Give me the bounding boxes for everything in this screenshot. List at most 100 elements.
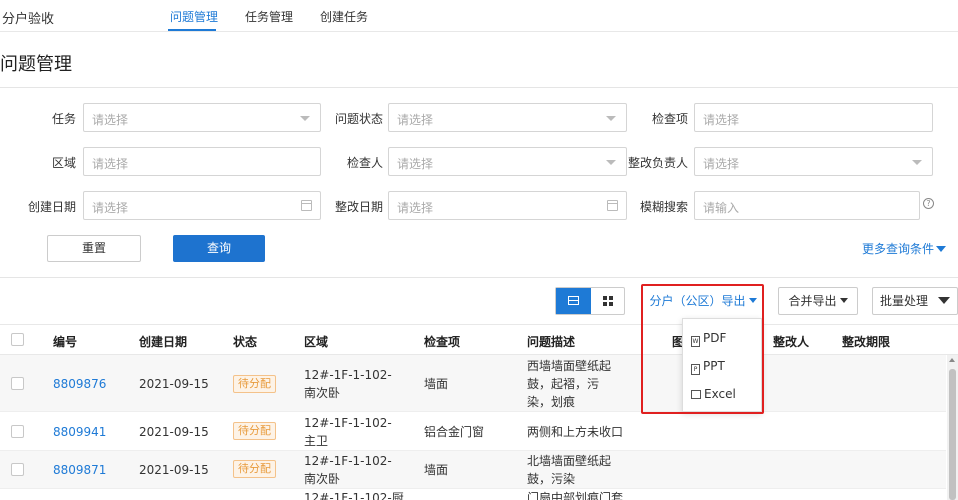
export-dropdown-menu: W PDF P PPT Excel (682, 318, 762, 412)
tab-task-management[interactable]: 任务管理 (245, 8, 293, 25)
export-excel-item[interactable]: Excel (691, 387, 736, 401)
app-title: 分户验收 (2, 12, 55, 27)
filter-rectifier-label: 整改负责人 (627, 156, 688, 170)
list-view-button[interactable] (556, 288, 591, 314)
grid-view-icon-cell (609, 302, 613, 306)
column-header: 状态 (233, 335, 258, 349)
filter-area-label: 区域 (51, 156, 76, 170)
filter-rectifier-placeholder: 请选择 (703, 157, 740, 171)
filter-check-item-label: 检查项 (651, 112, 688, 126)
merge-export-button[interactable]: 合并导出 (778, 287, 858, 315)
column-header: 编号 (53, 335, 78, 349)
select-all-checkbox[interactable] (11, 333, 24, 346)
filter-area-placeholder: 请选择 (92, 157, 129, 171)
issue-id-link[interactable]: 8809941 (53, 423, 106, 441)
caret-down-icon (748, 298, 757, 303)
active-tab-indicator (168, 29, 216, 31)
grid-view-icon (603, 296, 607, 300)
filter-inspector-select[interactable]: 请选择 (388, 147, 627, 176)
table-row[interactable]: 8809871 2021-09-15 待分配 12#-1F-1-102-南次卧 … (0, 451, 946, 489)
status-badge: 待分配 (233, 460, 276, 478)
export-ppt-item[interactable]: P PPT (691, 359, 725, 375)
table-row[interactable]: 8809941 2021-09-15 待分配 12#-1F-1-102-主卫 铝… (0, 412, 946, 451)
page-title: 问题管理 (0, 54, 72, 75)
fuzzy-search-input[interactable]: 请输入 (694, 191, 920, 220)
grid-view-icon-cell (603, 302, 607, 306)
area-cell: 12#-1F-1-102-厨 (304, 491, 404, 500)
area-cell: 12#-1F-1-102-主卫 (304, 416, 392, 448)
description-cell: 两侧和上方未收口 (527, 425, 624, 439)
filter-rectify-date-label: 整改日期 (334, 200, 383, 214)
filter-create-date-placeholder: 请选择 (92, 201, 129, 215)
reset-button[interactable]: 重置 (47, 235, 141, 262)
filter-check-item-select[interactable]: 请选择 (694, 103, 933, 132)
column-header: 区域 (304, 335, 329, 349)
status-badge: 待分配 (233, 422, 276, 440)
list-view-icon (568, 296, 579, 305)
export-button[interactable]: 分户（公区）导出 (645, 287, 761, 315)
help-icon[interactable]: ? (923, 198, 934, 209)
filter-rectify-date-picker[interactable]: 请选择 (388, 191, 627, 220)
fuzzy-search-placeholder: 请输入 (703, 201, 740, 215)
batch-process-label: 批量处理 (879, 294, 928, 308)
export-pdf-item[interactable]: W PDF (691, 331, 726, 347)
row-checkbox[interactable] (11, 425, 24, 438)
caret-down-icon (938, 297, 950, 304)
column-header: 创建日期 (139, 335, 188, 349)
create-date: 2021-09-15 (139, 377, 209, 391)
tab-create-task[interactable]: 创建任务 (320, 8, 368, 25)
tab-issue-management[interactable]: 问题管理 (170, 8, 218, 25)
more-conditions-link[interactable]: 更多查询条件 (862, 240, 947, 257)
filter-task-label: 任务 (51, 112, 76, 126)
table-header: 编号 创建日期 状态 区域 检查项 问题描述 图 整改人 整改期限 (0, 324, 958, 355)
scrollbar-thumb[interactable] (949, 369, 956, 500)
column-header: 整改人 (773, 335, 810, 349)
grid-view-icon-cell (609, 296, 613, 300)
chevron-down-icon (912, 160, 922, 165)
export-ppt-label: PPT (703, 359, 725, 373)
export-pdf-label: PDF (703, 331, 727, 345)
issue-id-link[interactable]: 8809876 (53, 375, 106, 393)
scroll-up-icon[interactable] (949, 358, 955, 362)
column-header: 检查项 (424, 335, 461, 349)
filter-inspector-placeholder: 请选择 (397, 157, 434, 171)
filter-inspector-label: 检查人 (346, 156, 383, 170)
filter-issue-status-placeholder: 请选择 (397, 113, 434, 127)
filter-create-date-label: 创建日期 (27, 200, 76, 214)
table-row[interactable]: 12#-1F-1-102-厨 门扇中部划痕门套 (0, 489, 946, 500)
row-checkbox[interactable] (11, 463, 24, 476)
merge-export-label: 合并导出 (788, 294, 837, 308)
description-cell: 门扇中部划痕门套 (527, 491, 624, 500)
filter-fuzzy-search-label: 模糊搜索 (639, 200, 688, 214)
create-date: 2021-09-15 (139, 425, 209, 439)
filter-rectify-date-placeholder: 请选择 (397, 201, 434, 215)
filter-issue-status-select[interactable]: 请选择 (388, 103, 627, 132)
filter-task-select[interactable]: 请选择 (83, 103, 321, 132)
filter-check-item-placeholder: 请选择 (703, 113, 740, 127)
filter-area-select[interactable]: 请选择 (83, 147, 321, 176)
area-cell: 12#-1F-1-102-南次卧 (304, 454, 392, 486)
grid-view-button[interactable] (591, 288, 625, 314)
create-date: 2021-09-15 (139, 463, 209, 477)
ppt-file-icon: P (691, 364, 700, 375)
check-item-cell: 墙面 (424, 377, 449, 391)
top-nav: 分户验收 问题管理 任务管理 创建任务 (0, 0, 958, 32)
caret-down-icon (936, 246, 947, 252)
filter-rectifier-select[interactable]: 请选择 (694, 147, 933, 176)
export-excel-label: Excel (704, 387, 736, 401)
caret-down-icon (839, 298, 848, 303)
table-icon (691, 390, 701, 399)
row-checkbox[interactable] (11, 377, 24, 390)
issue-id-link[interactable]: 8809871 (53, 461, 106, 479)
column-header: 整改期限 (842, 335, 891, 349)
table-row[interactable]: 8809876 2021-09-15 待分配 12#-1F-1-102-南次卧 … (0, 355, 946, 412)
check-item-cell: 铝合金门窗 (424, 425, 485, 439)
filter-create-date-picker[interactable]: 请选择 (83, 191, 321, 220)
export-button-label: 分户（公区）导出 (649, 294, 746, 308)
table-scrollbar[interactable] (947, 355, 958, 500)
column-header: 问题描述 (527, 335, 576, 349)
query-button[interactable]: 查询 (173, 235, 265, 262)
description-cell: 西墙墙面壁纸起鼓，起褶，污染，划痕 (527, 359, 612, 409)
batch-process-button[interactable]: 批量处理 (872, 287, 958, 315)
filter-task-placeholder: 请选择 (92, 113, 129, 127)
